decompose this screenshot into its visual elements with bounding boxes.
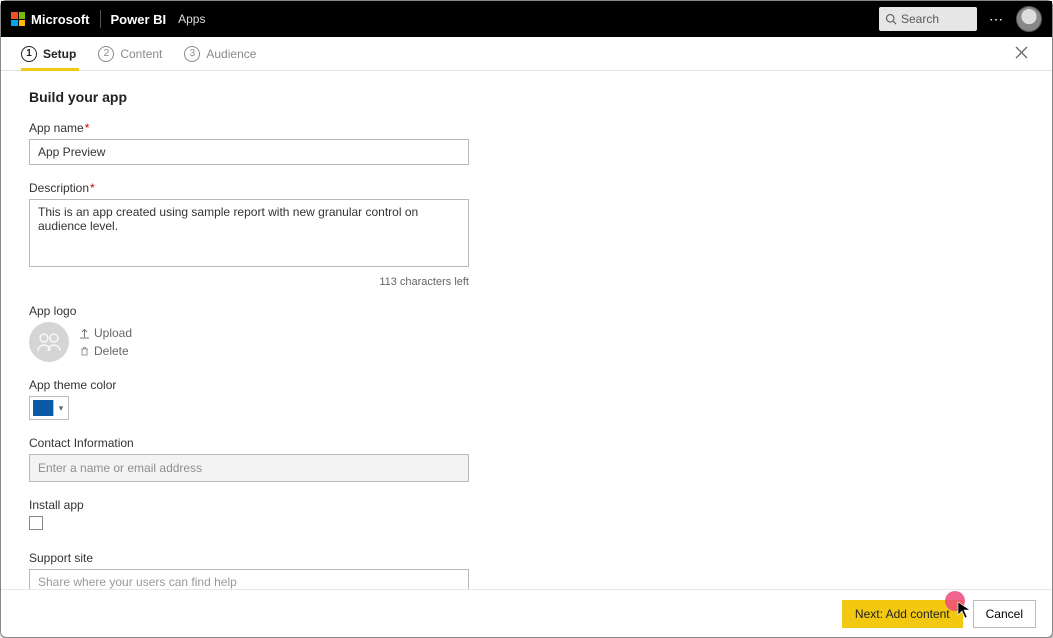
description-input[interactable]: [29, 199, 469, 267]
char-counter: 113 characters left: [29, 276, 469, 288]
install-app-label: Install app: [29, 498, 1024, 512]
form-body: Build your app App name Description 113 …: [1, 71, 1052, 589]
step-setup[interactable]: 1 Setup: [21, 46, 76, 62]
cancel-button[interactable]: Cancel: [973, 600, 1036, 628]
delete-logo-button[interactable]: Delete: [79, 344, 132, 358]
app-logo-preview: [29, 322, 69, 362]
step-number: 1: [21, 46, 37, 62]
delete-label: Delete: [94, 344, 129, 358]
breadcrumb[interactable]: Apps: [178, 12, 205, 26]
search-input[interactable]: [901, 12, 961, 26]
step-content[interactable]: 2 Content: [98, 46, 162, 62]
chevron-down-icon: ▾: [54, 403, 68, 414]
contact-info-label: Contact Information: [29, 436, 1024, 450]
theme-color-label: App theme color: [29, 378, 1024, 392]
step-number: 3: [184, 46, 200, 62]
close-icon: [1015, 46, 1028, 59]
step-label: Setup: [43, 47, 76, 61]
upload-icon: [79, 328, 90, 339]
install-app-checkbox[interactable]: [29, 516, 43, 530]
step-label: Content: [120, 47, 162, 61]
upload-label: Upload: [94, 326, 132, 340]
next-button[interactable]: Next: Add content: [842, 600, 963, 628]
people-icon: [36, 332, 62, 352]
search-icon: [885, 13, 897, 25]
more-menu-button[interactable]: ⋯: [987, 11, 1006, 28]
step-audience[interactable]: 3 Audience: [184, 46, 256, 62]
divider: [100, 10, 101, 28]
active-step-underline: [21, 68, 79, 71]
wizard-steps: 1 Setup 2 Content 3 Audience: [1, 37, 1052, 71]
app-name-label: App name: [29, 121, 1024, 135]
support-site-label: Support site: [29, 551, 1024, 565]
close-button[interactable]: [1011, 42, 1032, 66]
app-name-input[interactable]: [29, 139, 469, 165]
microsoft-logo-icon: [11, 12, 25, 26]
app-logo-label: App logo: [29, 304, 1024, 318]
support-site-input[interactable]: [29, 569, 469, 589]
theme-color-picker[interactable]: ▾: [29, 396, 69, 420]
avatar[interactable]: [1016, 6, 1042, 32]
contact-info-input[interactable]: [29, 454, 469, 482]
trash-icon: [79, 346, 90, 357]
global-search[interactable]: [879, 7, 977, 31]
step-number: 2: [98, 46, 114, 62]
brand-text: Microsoft: [31, 12, 90, 27]
wizard-footer: Next: Add content Cancel: [1, 589, 1052, 637]
global-header: Microsoft Power BI Apps ⋯: [1, 1, 1052, 37]
page-title: Build your app: [29, 89, 1024, 105]
microsoft-logo: Microsoft: [11, 12, 90, 27]
upload-logo-button[interactable]: Upload: [79, 326, 132, 340]
theme-color-swatch: [33, 400, 54, 416]
step-label: Audience: [206, 47, 256, 61]
description-label: Description: [29, 181, 1024, 195]
product-name: Power BI: [111, 12, 167, 27]
